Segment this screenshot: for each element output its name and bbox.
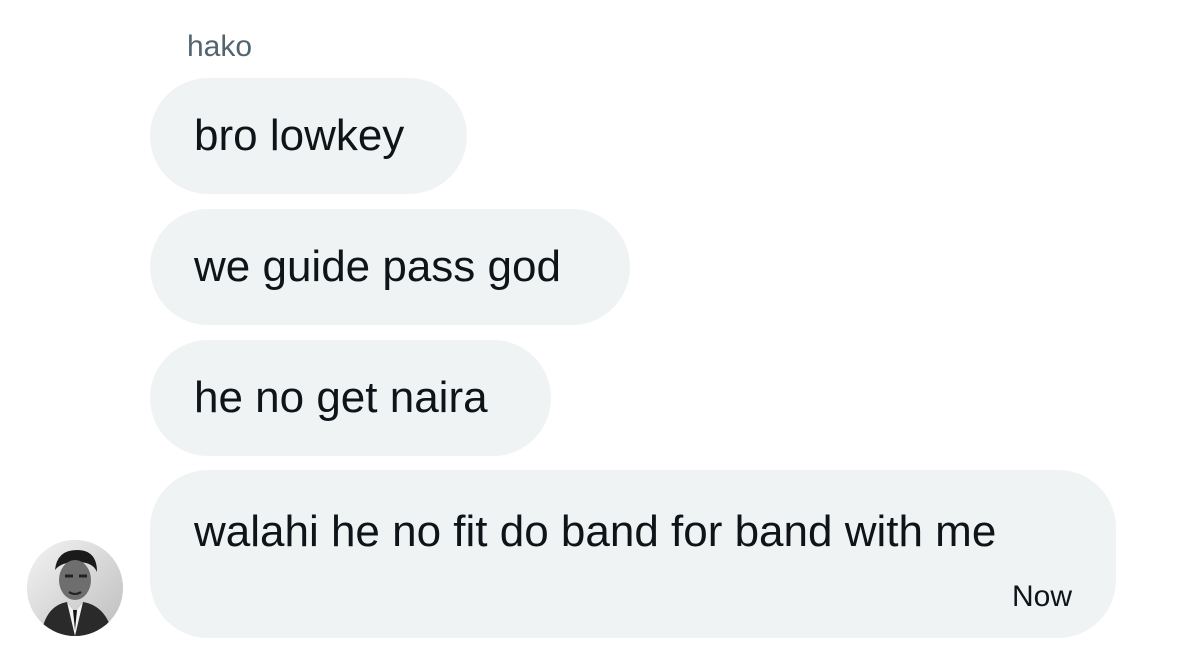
- message-timestamp: Now: [1011, 580, 1072, 613]
- user-avatar[interactable]: [27, 540, 123, 636]
- message-bubble[interactable]: he no get naira: [150, 340, 551, 456]
- message-bubble[interactable]: walahi he no fit do band for band with m…: [150, 470, 1116, 638]
- message-text: walahi he no fit do band for band with m…: [194, 507, 997, 556]
- user-avatar-photo-icon: [27, 540, 123, 636]
- sender-name[interactable]: hako: [187, 30, 252, 64]
- message-text: bro lowkey: [194, 111, 405, 160]
- message-bubble[interactable]: we guide pass god: [150, 209, 630, 325]
- message-text: he no get naira: [194, 373, 488, 422]
- message-text: we guide pass god: [194, 242, 561, 291]
- message-bubble[interactable]: bro lowkey: [150, 78, 467, 194]
